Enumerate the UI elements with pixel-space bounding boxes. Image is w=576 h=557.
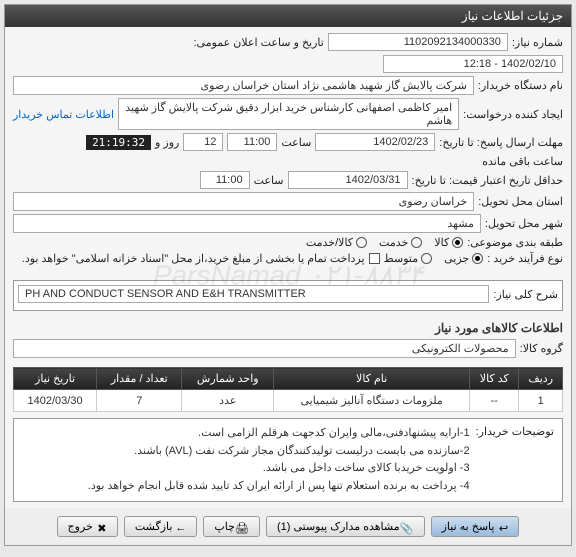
radio-service[interactable] [411,237,422,248]
radio-goods-label: کالا [434,236,449,249]
button-bar: ↩ پاسخ به نیاز 📎 مشاهده مدارک پیوستی (1)… [5,508,571,545]
cell-row: 1 [519,390,563,412]
print-icon: 🖨 [239,522,249,532]
goods-table: ردیف کد کالا نام کالا واحد شمارش تعداد /… [13,367,563,412]
col-date: تاریخ نیاز [14,368,97,390]
cell-date: 1402/03/30 [14,390,97,412]
group-value: محصولات الکترونیکی [13,339,516,358]
radio-service-label: خدمت [379,236,408,249]
buy-type-group: جزیی متوسط [384,252,484,265]
city-value: مشهد [13,214,481,233]
cell-unit: عدد [182,390,274,412]
print-button[interactable]: 🖨 چاپ [203,516,260,537]
col-row: ردیف [519,368,563,390]
cell-name: ملزومات دستگاه آنالیز شیمیایی [274,390,470,412]
radio-goods[interactable] [452,237,463,248]
countdown: 21:19:32 [86,135,151,150]
back-button[interactable]: ← بازگشت [124,516,198,537]
exit-label: خروج [68,520,93,533]
cell-qty: 7 [97,390,182,412]
form-area: شماره نیاز: 1102092134000330 تاریخ و ساع… [5,27,571,274]
saat2: ساعت [254,174,284,187]
table-row[interactable]: 1 -- ملزومات دستگاه آنالیز شیمیایی عدد 7… [14,390,563,412]
cell-code: -- [470,390,519,412]
buyer-desc-box: توضیحات خریدار: 1-ارایه پیشنهادفنی،مالی … [13,418,563,502]
deadline-label: مهلت ارسال پاسخ: تا تاریخ: [439,136,563,149]
contact-link[interactable]: اطلاعات تماس خریدار [13,108,114,121]
province-label: استان محل تحویل: [478,195,563,208]
req-no-value: 1102092134000330 [328,33,508,51]
reply-icon: ↩ [498,522,508,532]
radio-partial[interactable] [472,253,483,264]
req-no-label: شماره نیاز: [512,36,563,49]
col-name: نام کالا [274,368,470,390]
deadline-date: 1402/02/23 [315,133,435,151]
creator-value: امیر کاظمی اصفهانی کارشناس خرید ابزار دق… [118,98,459,130]
exit-icon: ✖ [97,522,107,532]
goods-section-title: اطلاعات کالاهای مورد نیاز [5,317,571,339]
radio-medium[interactable] [421,253,432,264]
panel-title: جزئیات اطلاعات نیاز [5,5,571,27]
buyer-desc-text: 1-ارایه پیشنهادفنی،مالی وایران کدجهت هرق… [88,425,470,495]
radio-partial-label: جزیی [444,252,469,265]
need-title-panel: شرح کلی نیاز: PH AND CONDUCT SENSOR AND … [13,280,563,311]
province-value: خراسان رضوی [13,192,474,211]
buyer-label: نام دستگاه خریدار: [478,79,563,92]
deadline-hr: 11:00 [227,133,277,151]
attachments-button[interactable]: 📎 مشاهده مدارک پیوستی (1) [266,516,425,537]
back-label: بازگشت [135,520,173,533]
deadline-days: 12 [183,133,223,151]
class-radio-group: کالا خدمت کالا/خدمت [306,236,463,249]
buy-type-label: نوع فرآیند خرید : [487,252,563,265]
rooz-va: روز و [155,136,179,149]
col-unit: واحد شمارش [182,368,274,390]
ann-date-label: تاریخ و ساعت اعلان عمومی: [193,36,323,49]
class-label: طبقه بندی موضوعی: [467,236,563,249]
print-label: چاپ [214,520,235,533]
price-valid-date: 1402/03/31 [288,171,408,189]
group-label: گروه کالا: [520,342,563,355]
need-title-value: PH AND CONDUCT SENSOR AND E&H TRANSMITTE… [18,285,489,303]
price-valid-label: حداقل تاریخ اعتبار قیمت: تا تاریخ: [412,174,563,187]
radio-both-label: کالا/خدمت [306,236,353,249]
buyer-value: شرکت پالایش گاز شهید هاشمی نژاد استان خر… [13,76,474,95]
respond-label: پاسخ به نیاز [442,520,495,533]
exit-button[interactable]: ✖ خروج [57,516,118,537]
attachments-label: مشاهده مدارک پیوستی (1) [277,520,400,533]
price-valid-hr: 11:00 [200,171,250,189]
col-code: کد کالا [470,368,519,390]
pay-note: پرداخت تمام یا بخشی از مبلغ خرید،از محل … [22,252,365,265]
ann-date-value: 1402/02/10 - 12:18 [383,55,563,73]
creator-label: ایجاد کننده درخواست: [463,108,563,121]
main-panel: جزئیات اطلاعات نیاز شماره نیاز: 11020921… [4,4,572,546]
attachment-icon: 📎 [404,522,414,532]
radio-both[interactable] [356,237,367,248]
respond-button[interactable]: ↩ پاسخ به نیاز [431,516,520,537]
radio-medium-label: متوسط [384,252,419,265]
buyer-desc-label: توضیحات خریدار: [476,425,554,495]
back-icon: ← [176,522,186,532]
remain-label: ساعت باقی مانده [482,155,563,168]
col-qty: تعداد / مقدار [97,368,182,390]
treasury-checkbox[interactable] [369,253,380,264]
need-title-label: شرح کلی نیاز: [493,288,558,301]
saat1: ساعت [281,136,311,149]
city-label: شهر محل تحویل: [485,217,563,230]
